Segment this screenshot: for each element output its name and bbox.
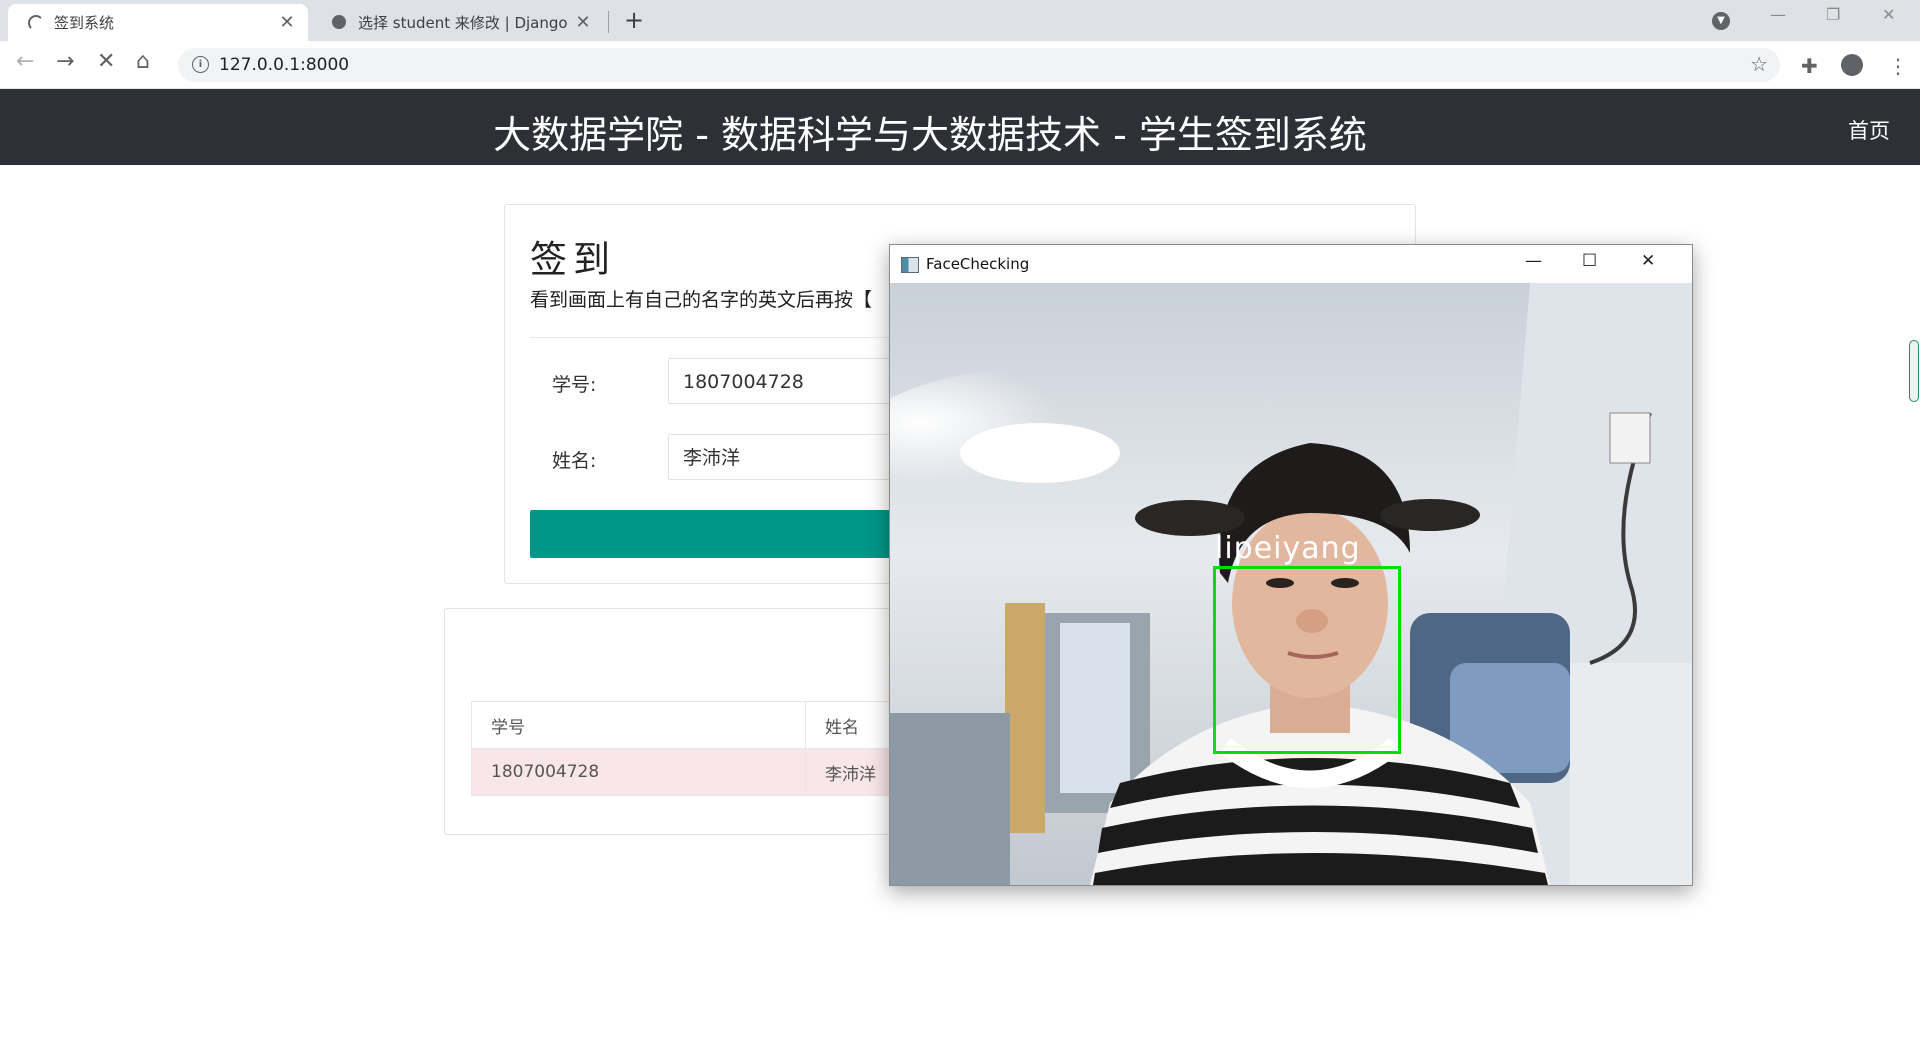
window-titlebar[interactable]: FaceChecking — ☐ ✕ <box>890 245 1692 283</box>
new-tab-button[interactable]: + <box>624 6 644 34</box>
loading-spinner-icon <box>28 14 44 31</box>
address-bar[interactable]: i 127.0.0.1:8000 ☆ <box>178 48 1780 82</box>
student-id-label: 学号: <box>552 374 597 396</box>
cell-student-id: 1807004728 <box>471 748 806 796</box>
tab-title: 签到系统 <box>54 14 115 32</box>
name-label: 姓名: <box>552 450 597 472</box>
site-header: 大数据学院 - 数据科学与大数据技术 - 学生签到系统 首页 <box>0 89 1920 165</box>
window-maximize-button[interactable]: ☐ <box>1582 251 1597 271</box>
window-minimize-button[interactable]: — <box>1525 251 1542 271</box>
site-info-icon[interactable]: i <box>192 56 209 73</box>
tab-title: 选择 student 来修改 | Django 站点管理 <box>358 14 572 32</box>
browser-tab-strip: 签到系统 ✕ 选择 student 来修改 | Django 站点管理 ✕ + … <box>0 0 1920 41</box>
window-close-button[interactable]: ✕ <box>1641 251 1655 271</box>
checkin-instruction: 看到画面上有自己的名字的英文后再按【 <box>530 289 873 311</box>
tab-django-admin[interactable]: 选择 student 来修改 | Django 站点管理 ✕ <box>312 4 604 41</box>
minimize-button[interactable]: — <box>1770 5 1786 24</box>
home-icon[interactable]: ⌂ <box>136 49 150 74</box>
tab-search-icon[interactable]: ▼ <box>1712 12 1730 30</box>
restore-button[interactable]: ❐ <box>1826 5 1840 24</box>
forward-arrow-icon[interactable]: → <box>56 49 74 74</box>
page-title: 大数据学院 - 数据科学与大数据技术 - 学生签到系统 <box>493 113 1367 157</box>
tab-close-icon[interactable]: ✕ <box>572 12 594 33</box>
window-title: FaceChecking <box>926 255 1030 273</box>
url-text: 127.0.0.1:8000 <box>219 55 350 75</box>
tab-close-icon[interactable]: ✕ <box>276 12 298 33</box>
profile-avatar-icon[interactable] <box>1841 54 1863 76</box>
app-icon <box>901 257 919 273</box>
detected-name-label: lipeiyang <box>1215 531 1361 566</box>
menu-kebab-icon[interactable]: ⋮ <box>1888 54 1908 78</box>
tab-separator <box>608 11 609 33</box>
globe-icon <box>332 14 348 31</box>
close-window-button[interactable]: ✕ <box>1882 5 1895 24</box>
page-scrollbar-thumb[interactable] <box>1909 340 1919 402</box>
face-detection-box <box>1213 566 1401 754</box>
camera-feed: lipeiyang <box>890 283 1692 885</box>
column-header-student-id: 学号 <box>471 701 806 749</box>
browser-toolbar: ← → ✕ ⌂ i 127.0.0.1:8000 ☆ ✚ ⋮ <box>0 41 1920 89</box>
face-checking-window: FaceChecking — ☐ ✕ lipeiyang <box>889 244 1693 886</box>
checkin-heading: 签到 <box>530 238 616 281</box>
extensions-puzzle-icon[interactable]: ✚ <box>1801 54 1818 78</box>
back-arrow-icon[interactable]: ← <box>16 49 34 74</box>
tab-checkin-system[interactable]: 签到系统 ✕ <box>8 4 308 41</box>
stop-loading-icon[interactable]: ✕ <box>97 49 115 74</box>
bookmark-star-icon[interactable]: ☆ <box>1750 52 1768 76</box>
nav-home-link[interactable]: 首页 <box>1848 115 1890 145</box>
